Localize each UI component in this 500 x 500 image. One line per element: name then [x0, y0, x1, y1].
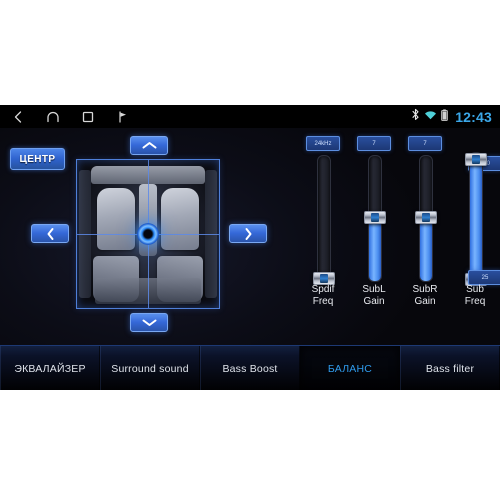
balance-up-arrow-button[interactable] [130, 136, 168, 155]
slider-caption-subl-gain: SubL Gain [349, 284, 399, 308]
android-nav-buttons [10, 105, 131, 128]
slider-subl-gain[interactable]: 7 SubL Gain [349, 128, 399, 345]
tab-balance[interactable]: БАЛАНС [300, 346, 400, 390]
slider-value-subr-gain: 7 [408, 136, 442, 151]
android-status-bar: 12:43 [0, 105, 500, 128]
slider-value-bottom-sub-freq: 25 [468, 270, 500, 285]
wifi-icon [424, 108, 437, 126]
slider-value-spdif-freq: 24kHz [306, 136, 340, 151]
slider-track-spdif-freq[interactable] [317, 155, 331, 282]
slider-caption-line2: Gain [363, 296, 385, 307]
app-screen: 12:43 ЦЕНТР 24kHz Spdif Freq 7 SubL Gain… [0, 105, 500, 390]
tab-equalizer[interactable]: ЭКВАЛАЙЗЕР [0, 346, 100, 390]
chevron-up-icon [142, 142, 156, 149]
balance-right-arrow-button[interactable] [229, 224, 267, 243]
car-seat-front-left [97, 188, 135, 250]
slider-fill-sub-freq [470, 153, 482, 285]
slider-caption-line2: Freq [464, 296, 486, 307]
balance-position-indicator[interactable] [137, 223, 159, 245]
audio-settings-body: ЦЕНТР 24kHz Spdif Freq 7 SubL Gain 7 Sub… [0, 128, 500, 345]
slider-handle-subl-gain[interactable] [364, 211, 386, 224]
slider-track-sub-freq[interactable] [469, 152, 483, 286]
center-button[interactable]: ЦЕНТР [10, 148, 65, 170]
home-icon[interactable] [45, 109, 61, 125]
slider-caption-line1: Spdif [311, 284, 335, 295]
slider-caption-sub-freq: Sub Freq [450, 284, 500, 308]
back-icon[interactable] [10, 109, 26, 125]
recents-icon[interactable] [80, 109, 96, 125]
slider-caption-line1: SubL [362, 284, 386, 295]
bottom-tab-bar: ЭКВАЛАЙЗЕР Surround sound Bass Boost БАЛ… [0, 345, 500, 390]
slider-caption-line2: Freq [312, 296, 334, 307]
slider-value-subl-gain: 7 [357, 136, 391, 151]
tab-surround-sound[interactable]: Surround sound [100, 346, 200, 390]
slider-fill-subl-gain [369, 221, 381, 281]
slider-caption-subr-gain: SubR Gain [400, 284, 450, 308]
tab-bass-boost[interactable]: Bass Boost [200, 346, 300, 390]
slider-fill-subr-gain [420, 221, 432, 281]
bluetooth-icon [411, 108, 420, 126]
slider-caption-line1: Sub [466, 284, 484, 295]
slider-caption-line1: SubR [412, 284, 438, 295]
slider-caption-line2: Gain [414, 296, 436, 307]
screenshot-icon[interactable] [115, 109, 131, 125]
car-seat-front-right [161, 188, 199, 250]
slider-subr-gain[interactable]: 7 SubR Gain [400, 128, 450, 345]
chevron-down-icon [142, 319, 156, 326]
system-status-icons: 12:43 [411, 105, 492, 128]
balance-left-arrow-button[interactable] [31, 224, 69, 243]
battery-icon [441, 108, 448, 126]
slider-spdif-freq[interactable]: 24kHz Spdif Freq [298, 128, 348, 345]
slider-handle-upper-sub-freq[interactable] [465, 153, 487, 166]
car-balance-pad[interactable] [76, 159, 220, 309]
slider-sub-freq[interactable]: 250 25 Sub Freq [450, 128, 500, 345]
status-clock: 12:43 [455, 108, 492, 125]
chevron-right-icon [245, 227, 251, 240]
slider-handle-subr-gain[interactable] [415, 211, 437, 224]
tab-bass-filter[interactable]: Bass filter [400, 346, 500, 390]
slider-caption-spdif-freq: Spdif Freq [298, 284, 348, 308]
chevron-left-icon [47, 227, 53, 240]
slider-group: 24kHz Spdif Freq 7 SubL Gain 7 SubR Gain… [296, 128, 500, 345]
balance-down-arrow-button[interactable] [130, 313, 168, 332]
